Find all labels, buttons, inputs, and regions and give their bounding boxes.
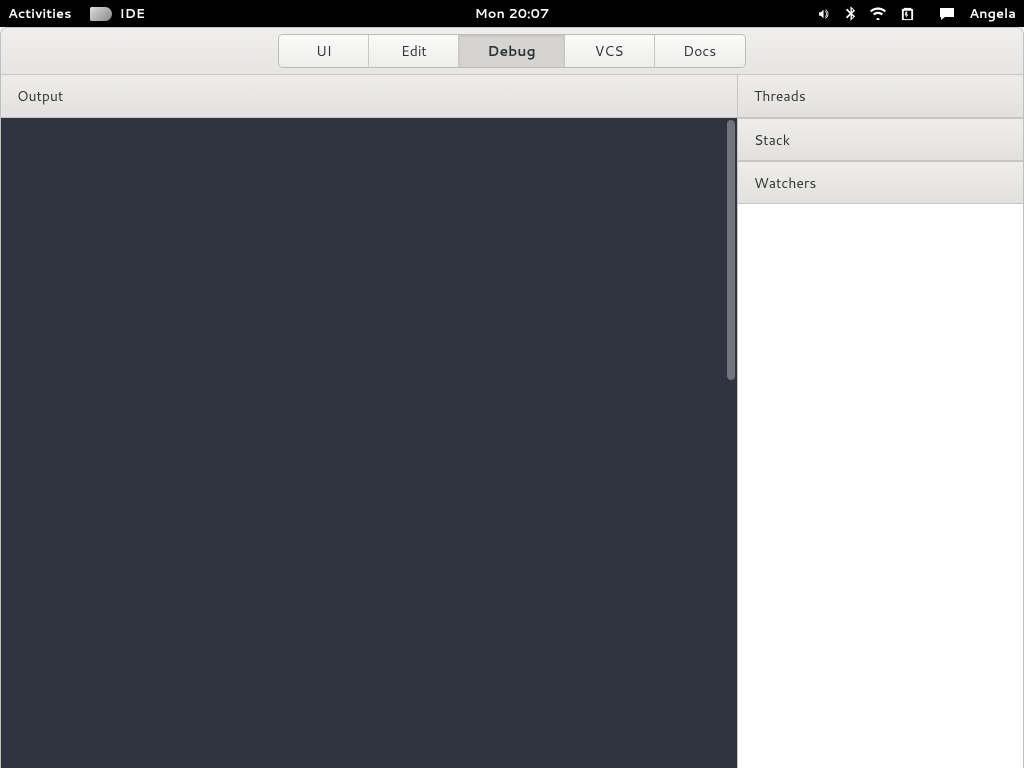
app-menu[interactable]: IDE xyxy=(90,5,146,23)
tab-label: VCS xyxy=(595,41,624,61)
tab-ui[interactable]: UI xyxy=(279,35,369,67)
topbar-left: Activities IDE xyxy=(8,5,145,23)
volume-icon[interactable] xyxy=(816,7,831,21)
tab-edit[interactable]: Edit xyxy=(369,35,459,67)
app-icon xyxy=(90,7,112,21)
output-panel-body[interactable] xyxy=(1,118,737,768)
topbar-right: Angela xyxy=(816,5,1016,23)
tab-label: Debug xyxy=(487,41,535,61)
ide-window: UI Edit Debug VCS Docs Output xyxy=(0,27,1024,768)
clock[interactable]: Mon 20:07 xyxy=(475,5,550,23)
output-panel-header[interactable]: Output xyxy=(1,75,737,118)
watchers-panel-title: Watchers xyxy=(754,173,816,193)
threads-section: Threads xyxy=(738,75,1023,118)
stack-panel-title: Stack xyxy=(754,130,790,150)
bluetooth-icon[interactable] xyxy=(845,6,856,21)
left-pane: Output xyxy=(1,75,737,768)
tab-label: Docs xyxy=(683,41,716,61)
tab-docs[interactable]: Docs xyxy=(655,35,745,67)
watchers-panel-body[interactable] xyxy=(738,204,1023,768)
tab-label: UI xyxy=(316,41,332,61)
stack-section: Stack xyxy=(738,118,1023,161)
username-label[interactable]: Angela xyxy=(969,5,1016,23)
right-pane: Threads Stack Watchers xyxy=(737,75,1023,768)
tab-debug[interactable]: Debug xyxy=(459,35,564,67)
output-scrollbar[interactable] xyxy=(727,120,735,380)
tab-label: Edit xyxy=(401,41,427,61)
watchers-section: Watchers xyxy=(738,161,1023,768)
stack-panel-header[interactable]: Stack xyxy=(738,118,1023,161)
activities-button[interactable]: Activities xyxy=(8,5,72,23)
chat-icon[interactable] xyxy=(939,7,955,21)
watchers-panel-header[interactable]: Watchers xyxy=(738,161,1023,204)
perspective-switcher: UI Edit Debug VCS Docs xyxy=(278,34,745,68)
output-panel-title: Output xyxy=(17,86,63,106)
tab-vcs[interactable]: VCS xyxy=(565,35,655,67)
threads-panel-header[interactable]: Threads xyxy=(738,75,1023,118)
headerbar: UI Edit Debug VCS Docs xyxy=(1,28,1023,75)
app-name-label: IDE xyxy=(120,5,146,23)
content-area: Output Threads Stack Watchers xyxy=(1,75,1023,768)
system-topbar: Activities IDE Mon 20:07 Angela xyxy=(0,0,1024,27)
battery-icon[interactable] xyxy=(900,6,915,21)
wifi-icon[interactable] xyxy=(870,7,886,20)
threads-panel-title: Threads xyxy=(754,86,806,106)
